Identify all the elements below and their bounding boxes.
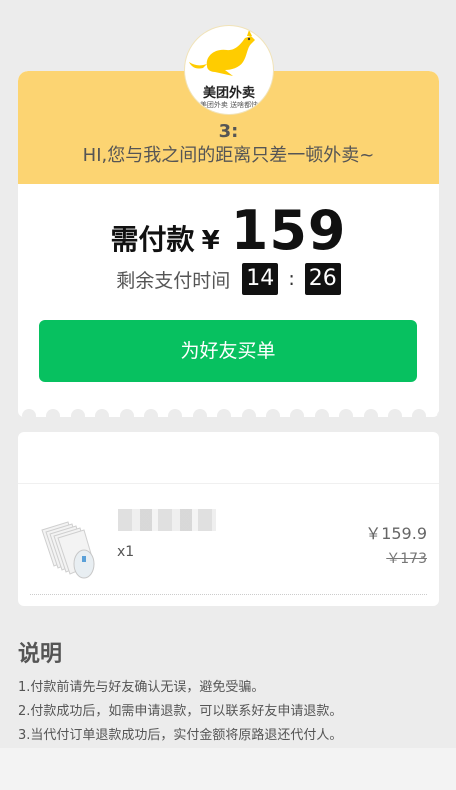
order-items-card: x1 ￥159.9 ￥173 xyxy=(18,432,439,606)
payment-card: 3: HI,您与我之间的距离只差一顿外卖~ 需付款 ¥ 159 剩余支付时间 1… xyxy=(18,71,439,401)
payment-timer: 剩余支付时间 14 : 26 xyxy=(18,263,439,295)
amount-value: 159 xyxy=(230,199,347,262)
instruction-line: 3.当代付订单退款成功后，实付金额将原路退还代付人。 xyxy=(18,728,343,743)
tear-notch xyxy=(314,409,329,417)
tear-notch xyxy=(46,409,61,417)
amount-label: 需付款 xyxy=(110,223,195,256)
tear-notch xyxy=(388,409,402,417)
tear-notch xyxy=(266,409,280,417)
tear-notch xyxy=(95,409,110,417)
tear-notch xyxy=(168,409,183,417)
tear-notch xyxy=(290,409,305,417)
tear-notch xyxy=(412,409,427,417)
tear-notch xyxy=(363,409,378,417)
tear-notch xyxy=(217,409,232,417)
bottom-bar xyxy=(0,748,456,790)
instructions-section: 说明 1.付款前请先与好友确认无误，避免受骗。 2.付款成功后，如需申请退款，可… xyxy=(18,640,448,748)
timer-seconds: 26 xyxy=(304,263,341,295)
tear-notch xyxy=(119,409,134,417)
item-quantity: x1 xyxy=(117,544,135,560)
slogan-text: HI,您与我之间的距离只差一顿外卖~ xyxy=(82,145,375,166)
tear-notch xyxy=(22,409,36,417)
tear-notch xyxy=(70,409,85,417)
instruction-line: 1.付款前请先与好友确认无误，避免受骗。 xyxy=(18,680,265,695)
timer-colon: : xyxy=(288,268,295,290)
timer-label: 剩余支付时间 xyxy=(116,269,231,292)
instructions-title: 说明 xyxy=(18,642,63,667)
product-name-blurred xyxy=(118,509,216,531)
logo-subtext: 美团外卖 送啥都快 xyxy=(199,101,259,109)
instruction-line: 2.付款成功后，如需申请退款，可以联系好友申请退款。 xyxy=(18,704,343,719)
timer-minutes: 14 xyxy=(242,263,279,295)
tear-notch xyxy=(144,409,158,417)
ticket-tear-edge xyxy=(18,395,439,417)
amount-row: 需付款 ¥ 159 xyxy=(18,199,439,262)
logo-text: 美团外卖 xyxy=(202,86,255,101)
tear-notch xyxy=(436,409,439,417)
item-original-price: ￥173 xyxy=(386,551,427,567)
pay-for-friend-button[interactable]: 为好友买单 xyxy=(39,320,417,382)
item-price: ￥159.9 xyxy=(365,524,427,543)
card-divider xyxy=(18,483,439,484)
kangaroo-icon xyxy=(189,30,255,76)
meituan-logo: 美团外卖 美团外卖 送啥都快 xyxy=(185,26,273,114)
tear-notch xyxy=(241,409,256,417)
tear-notch xyxy=(339,409,354,417)
tear-notch xyxy=(192,409,207,417)
product-thumbnail xyxy=(38,512,102,582)
currency-symbol: ¥ xyxy=(201,226,220,256)
dotted-divider xyxy=(30,594,427,595)
